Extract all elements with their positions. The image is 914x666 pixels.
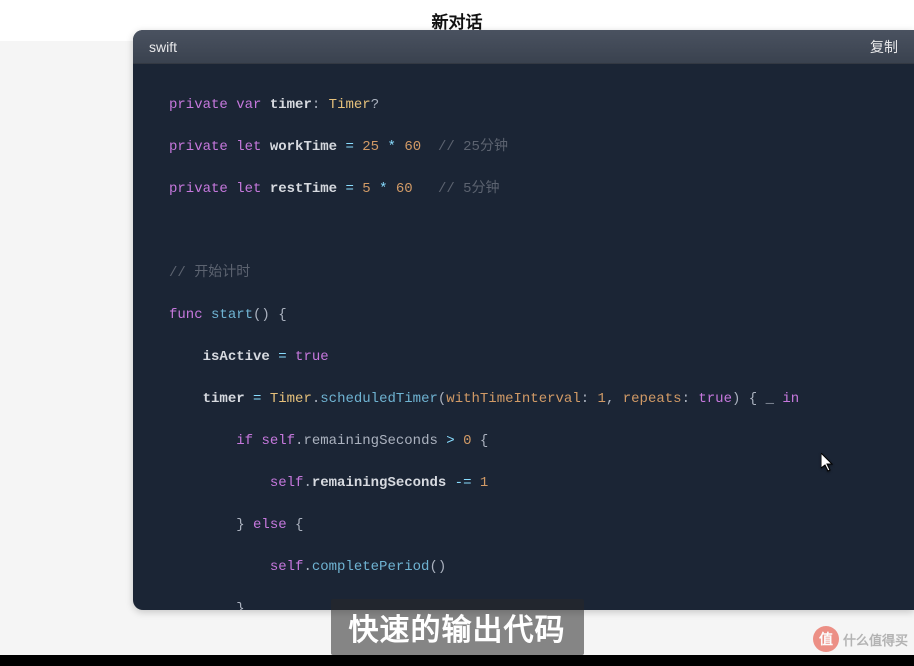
code-token: remainingSeconds — [312, 475, 446, 491]
code-comment: // 25分钟 — [438, 139, 508, 155]
code-token: * — [388, 139, 396, 155]
code-token: > — [446, 433, 454, 449]
code-token: = — [345, 139, 353, 155]
code-token: 1 — [598, 391, 606, 407]
code-token: 5 — [362, 181, 370, 197]
code-token: { — [295, 517, 303, 533]
code-token: else — [253, 517, 287, 533]
code-token: timer — [203, 391, 245, 407]
watermark-text: 什么值得买 — [843, 630, 908, 649]
code-language-label: swift — [149, 39, 177, 55]
code-token: } — [236, 517, 244, 533]
code-token: ? — [371, 97, 379, 113]
code-token: . — [312, 391, 320, 407]
code-token: 60 — [396, 181, 413, 197]
code-token: = — [345, 181, 353, 197]
code-token: isActive — [203, 349, 270, 365]
code-token: remainingSeconds — [303, 433, 437, 449]
code-token: : — [581, 391, 589, 407]
code-token: private — [169, 181, 228, 197]
code-token: in — [782, 391, 799, 407]
copy-button[interactable]: 复制 — [870, 37, 898, 57]
code-token: if — [236, 433, 253, 449]
code-token: } — [236, 601, 244, 610]
code-comment: // 开始计时 — [169, 265, 250, 281]
code-token: * — [379, 181, 387, 197]
code-token: -= — [455, 475, 472, 491]
code-token: . — [303, 475, 311, 491]
code-token: Timer — [329, 97, 371, 113]
code-token: workTime — [270, 139, 337, 155]
code-token: private — [169, 97, 228, 113]
footer-bar — [0, 655, 914, 666]
code-token: ) { _ — [732, 391, 782, 407]
code-token: timer — [270, 97, 312, 113]
code-token: let — [236, 139, 261, 155]
watermark-badge-icon: 值 — [813, 626, 839, 652]
code-token: self — [270, 559, 304, 575]
code-comment: // 5分钟 — [438, 181, 500, 197]
code-token: = — [278, 349, 286, 365]
code-token: () — [429, 559, 446, 575]
code-token: var — [236, 97, 261, 113]
code-token: 1 — [480, 475, 488, 491]
code-token: restTime — [270, 181, 337, 197]
code-token: Timer — [270, 391, 312, 407]
code-token: true — [698, 391, 732, 407]
code-token: scheduledTimer — [320, 391, 438, 407]
code-token: 25 — [362, 139, 379, 155]
code-token: 0 — [463, 433, 471, 449]
code-token: true — [295, 349, 329, 365]
code-token: = — [253, 391, 261, 407]
code-token: func — [169, 307, 203, 323]
code-token: . — [303, 559, 311, 575]
code-token: private — [169, 139, 228, 155]
code-token: self — [270, 475, 304, 491]
code-content[interactable]: private var timer: Timer? private let wo… — [133, 64, 914, 610]
code-token: , — [606, 391, 614, 407]
code-token: : — [682, 391, 690, 407]
code-token: start — [211, 307, 253, 323]
code-block: swift 复制 private var timer: Timer? priva… — [133, 30, 914, 610]
watermark: 值 什么值得买 — [813, 626, 908, 652]
code-token: 60 — [404, 139, 421, 155]
code-token: completePeriod — [312, 559, 430, 575]
code-block-header: swift 复制 — [133, 30, 914, 64]
code-token: withTimeInterval — [446, 391, 580, 407]
code-token: self — [261, 433, 295, 449]
code-token: () { — [253, 307, 287, 323]
code-token: let — [236, 181, 261, 197]
code-token: repeats — [623, 391, 682, 407]
code-token: { — [480, 433, 488, 449]
